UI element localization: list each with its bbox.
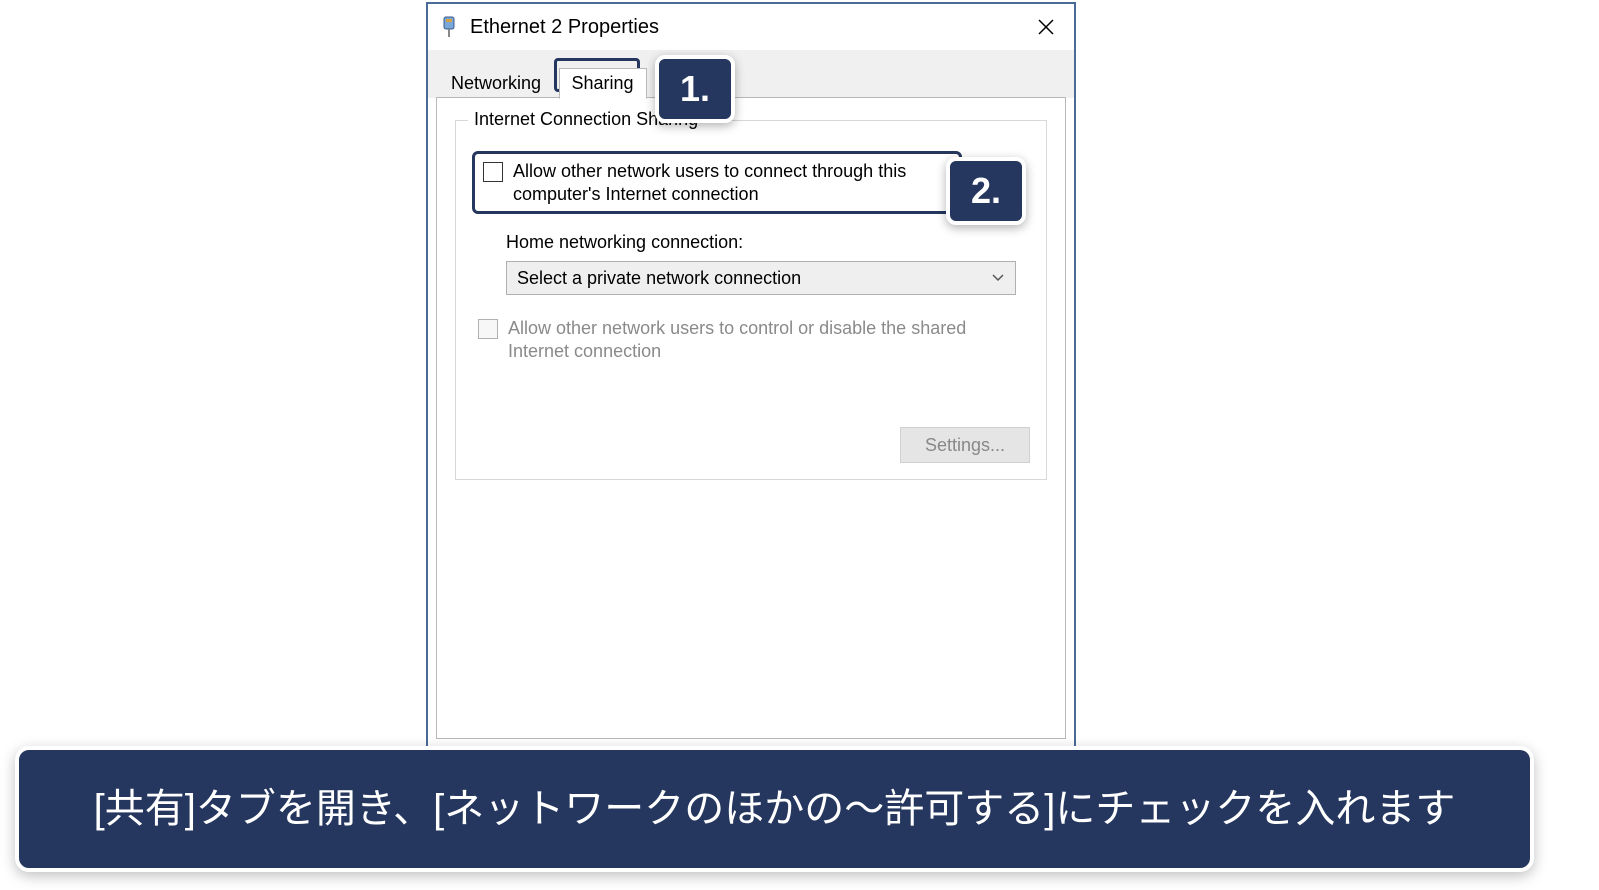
titlebar: Ethernet 2 Properties <box>428 4 1074 50</box>
caption-text: [共有]タブを開き、[ネットワークのほかの～許可する]にチェックを入れます <box>94 782 1456 836</box>
callout-2-label: 2. <box>971 170 1001 212</box>
callout-1: 1. <box>655 55 735 123</box>
home-connection-label: Home networking connection: <box>506 232 1030 253</box>
properties-dialog: Ethernet 2 Properties Networking Sharing… <box>426 2 1076 758</box>
close-button[interactable] <box>1026 7 1066 47</box>
allow-control-row: Allow other network users to control or … <box>478 317 1030 362</box>
tabs: Networking Sharing <box>428 50 1074 98</box>
allow-connect-checkbox[interactable] <box>483 162 503 182</box>
dialog-title: Ethernet 2 Properties <box>470 16 1026 39</box>
settings-button: Settings... <box>900 427 1030 463</box>
callout-2: 2. <box>946 157 1026 225</box>
callout-1-label: 1. <box>680 68 710 110</box>
home-connection-dropdown[interactable]: Select a private network connection <box>506 261 1016 295</box>
allow-connect-label: Allow other network users to connect thr… <box>513 160 951 205</box>
close-icon <box>1038 19 1054 35</box>
ethernet-icon <box>440 15 458 39</box>
tab-networking[interactable]: Networking <box>438 68 554 99</box>
allow-control-checkbox <box>478 319 498 339</box>
allow-control-label: Allow other network users to control or … <box>508 317 1030 362</box>
dropdown-value: Select a private network connection <box>517 268 801 289</box>
allow-connect-row: Allow other network users to connect thr… <box>472 151 962 214</box>
instruction-caption: [共有]タブを開き、[ネットワークのほかの～許可する]にチェックを入れます <box>15 746 1534 872</box>
tab-sharing[interactable]: Sharing <box>559 68 647 99</box>
settings-button-label: Settings... <box>925 435 1005 456</box>
chevron-down-icon <box>991 270 1005 286</box>
